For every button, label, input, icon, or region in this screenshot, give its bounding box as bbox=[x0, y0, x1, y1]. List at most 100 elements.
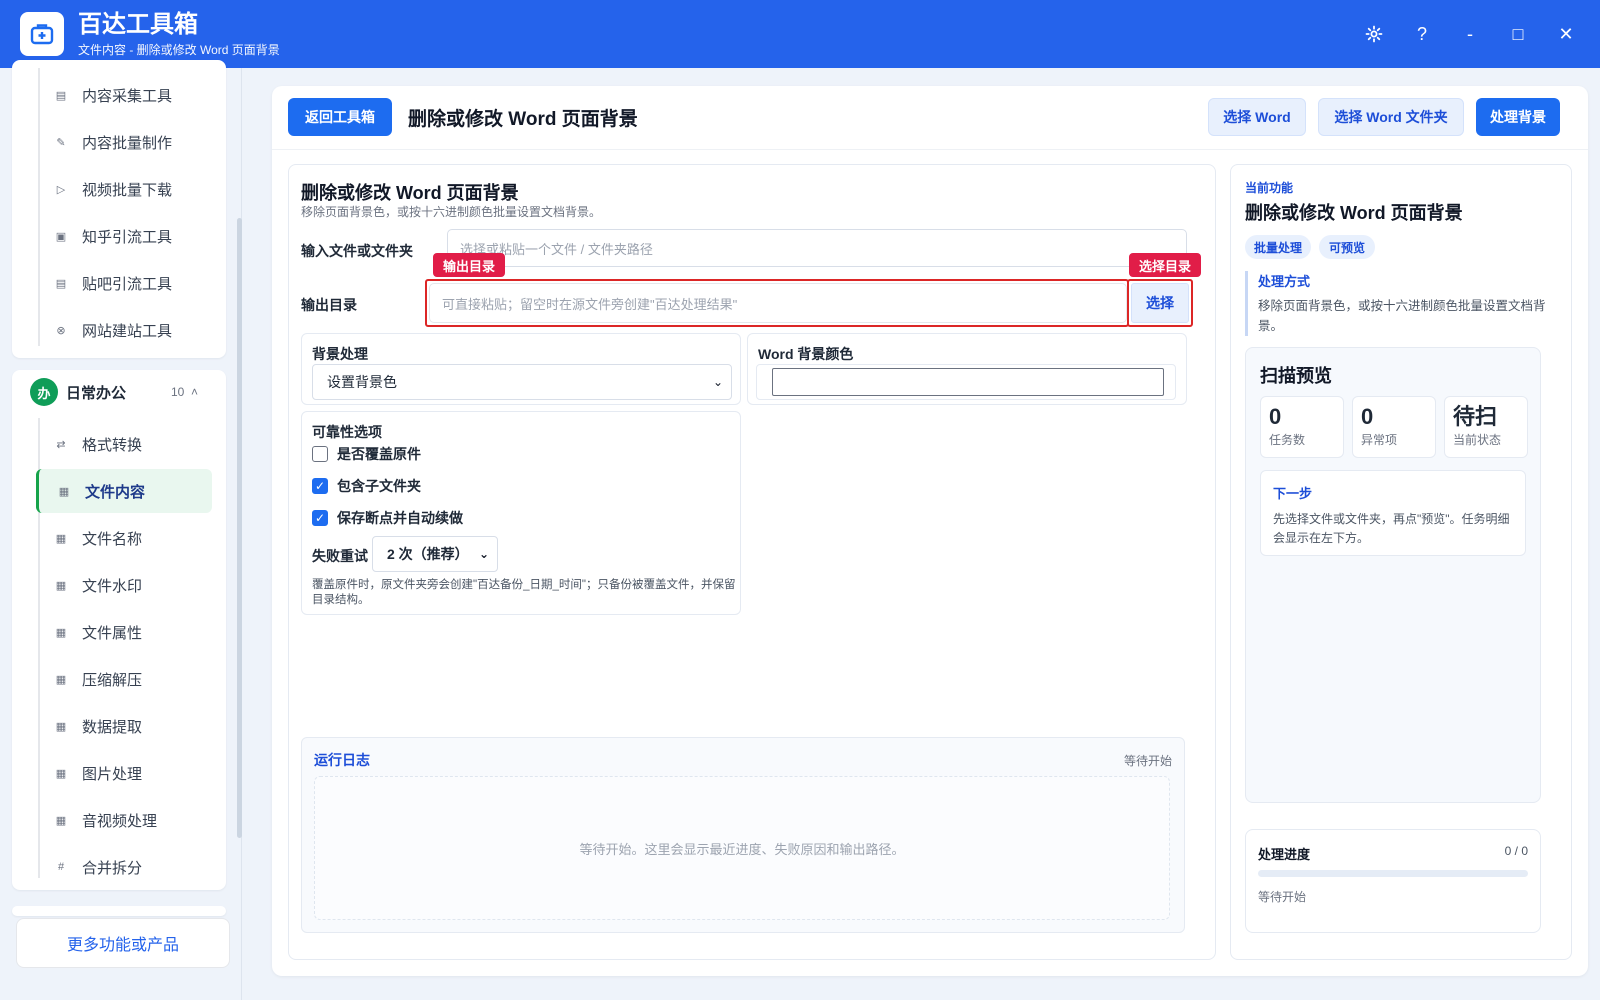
app-title: 百达工具箱 bbox=[78, 10, 198, 38]
bg-process-select[interactable]: 设置背景色 ⌄ bbox=[312, 364, 732, 400]
back-to-toolbox-button[interactable]: 返回工具箱 bbox=[288, 98, 392, 136]
sidebar-item-icon: ▤ bbox=[55, 89, 67, 102]
sidebar-item-label: 贴吧引流工具 bbox=[82, 275, 173, 293]
progress-bar bbox=[1258, 870, 1528, 877]
sidebar-item[interactable]: ▦ 音视频处理 bbox=[36, 798, 212, 842]
chevron-down-icon: ⌄ bbox=[478, 547, 489, 561]
log-body: 等待开始。这里会显示最近进度、失败原因和输出路径。 bbox=[314, 776, 1170, 920]
progress-count: 0 / 0 bbox=[1504, 844, 1528, 858]
sidebar-item-label: 文件内容 bbox=[85, 483, 146, 501]
info-panel: 当前功能 删除或修改 Word 页面背景 批量处理 可预览 处理方式 移除页面背… bbox=[1230, 164, 1572, 960]
settings-button[interactable] bbox=[1350, 14, 1398, 54]
sidebar-item[interactable]: ▷ 视频批量下载 bbox=[36, 167, 212, 211]
next-step-title: 下一步 bbox=[1273, 486, 1313, 501]
office-badge-icon: 办 bbox=[30, 378, 58, 406]
top-toolbar: 返回工具箱 删除或修改 Word 页面背景 选择 Word 选择 Word 文件… bbox=[272, 86, 1588, 150]
sidebar-scrollbar[interactable] bbox=[237, 218, 242, 838]
group-count: 10 ˄ bbox=[171, 385, 198, 399]
input-label: 输入文件或文件夹 bbox=[301, 243, 413, 259]
sidebar-item-label: 文件水印 bbox=[82, 577, 143, 595]
select-word-folder-button[interactable]: 选择 Word 文件夹 bbox=[1318, 98, 1464, 136]
sidebar-item-label: 数据提取 bbox=[82, 718, 143, 736]
bg-color-input[interactable] bbox=[772, 368, 1164, 396]
main-panel: 返回工具箱 删除或修改 Word 页面背景 选择 Word 选择 Word 文件… bbox=[272, 86, 1588, 976]
sidebar-item[interactable]: ▦ 文件属性 bbox=[36, 610, 212, 654]
sidebar-item[interactable]: # 合并拆分 bbox=[36, 845, 212, 889]
sidebar-item[interactable]: ▦ 文件名称 bbox=[36, 516, 212, 560]
form-title: 删除或修改 Word 页面背景 bbox=[301, 183, 519, 203]
sidebar-item[interactable]: ✎ 内容批量制作 bbox=[36, 120, 212, 164]
run-log-panel: 运行日志 等待开始 等待开始。这里会显示最近进度、失败原因和输出路径。 bbox=[301, 737, 1185, 933]
stat-value: 0 bbox=[1269, 404, 1282, 429]
close-button[interactable]: ✕ bbox=[1542, 14, 1590, 54]
sidebar-item-icon: ▦ bbox=[55, 720, 67, 733]
bg-process-title: 背景处理 bbox=[312, 346, 368, 362]
gear-icon bbox=[1365, 25, 1383, 43]
option-save-checkpoint[interactable]: ✓ 保存断点并自动续做 bbox=[312, 508, 463, 528]
stat-error-count: 0 异常项 bbox=[1352, 396, 1436, 458]
sidebar-item-label: 压缩解压 bbox=[82, 671, 143, 689]
sidebar-item-icon: ⊗ bbox=[56, 324, 66, 337]
sidebar-item[interactable]: ▤ 贴吧引流工具 bbox=[36, 261, 212, 305]
sidebar-item[interactable]: ▦ 图片处理 bbox=[36, 751, 212, 795]
form-panel: 删除或修改 Word 页面背景 移除页面背景色，或按十六进制颜色批量设置文档背景… bbox=[288, 164, 1216, 960]
method-text: 移除页面背景色，或按十六进制颜色批量设置文档背景。 bbox=[1258, 299, 1546, 333]
sidebar-item-label: 内容批量制作 bbox=[82, 134, 173, 152]
sidebar-item[interactable]: ⊗ 网站建站工具 bbox=[36, 308, 212, 352]
title-bar: 百达工具箱 文件内容 - 删除或修改 Word 页面背景 ? - □ ✕ bbox=[0, 0, 1600, 68]
option-include-subfolders[interactable]: ✓ 包含子文件夹 bbox=[312, 476, 421, 496]
stat-current-status: 待扫 当前状态 bbox=[1444, 396, 1528, 458]
choose-button-highlight bbox=[1127, 279, 1193, 327]
progress-title: 处理进度 bbox=[1258, 847, 1311, 862]
sidebar-item-icon: ⇄ bbox=[56, 438, 66, 451]
sidebar-item[interactable]: ▦ 压缩解压 bbox=[36, 657, 212, 701]
checkbox[interactable]: ✓ bbox=[312, 478, 328, 494]
sidebar-item-label: 视频批量下载 bbox=[82, 181, 173, 199]
sidebar-card-collapsed bbox=[12, 906, 226, 916]
sidebar-item[interactable]: ▦ 文件水印 bbox=[36, 563, 212, 607]
output-dir-highlight bbox=[425, 279, 1129, 327]
sidebar-item-label: 文件属性 bbox=[82, 624, 143, 642]
sidebar-item-icon: ▣ bbox=[55, 230, 67, 243]
group-header-daily-office[interactable]: 办 日常办公 10 ˄ bbox=[30, 370, 220, 414]
stat-value: 0 bbox=[1361, 404, 1374, 429]
sidebar-item-icon: ▦ bbox=[55, 626, 67, 639]
input-path-field[interactable]: 选择或粘贴一个文件 / 文件夹路径 bbox=[447, 229, 1187, 267]
option-overwrite-original[interactable]: 是否覆盖原件 bbox=[312, 444, 421, 464]
method-block: 处理方式 移除页面背景色，或按十六进制颜色批量设置文档背景。 bbox=[1245, 271, 1555, 336]
chevron-down-icon: ⌄ bbox=[712, 375, 723, 389]
stat-label: 当前状态 bbox=[1453, 433, 1502, 447]
select-word-button[interactable]: 选择 Word bbox=[1208, 98, 1306, 136]
next-step-text: 先选择文件或文件夹，再点"预览"。任务明细会显示在左下方。 bbox=[1273, 512, 1510, 545]
sidebar-item-label: 网站建站工具 bbox=[82, 322, 173, 340]
retry-select[interactable]: 2 次（推荐） ⌄ bbox=[372, 536, 498, 572]
more-products-button[interactable]: 更多功能或产品 bbox=[16, 918, 230, 968]
chevron-up-icon: ˄ bbox=[190, 385, 198, 399]
form-subtitle: 移除页面背景色，或按十六进制颜色批量设置文档背景。 bbox=[301, 205, 602, 219]
bg-process-card: 背景处理 设置背景色 ⌄ bbox=[301, 333, 741, 405]
sidebar-item[interactable]: ▣ 知乎引流工具 bbox=[36, 214, 212, 258]
sidebar-item[interactable]: ▦ 文件内容 bbox=[36, 469, 212, 513]
sidebar-item-label: 内容采集工具 bbox=[82, 87, 173, 105]
process-background-button[interactable]: 处理背景 bbox=[1476, 98, 1560, 136]
checkbox[interactable]: ✓ bbox=[312, 510, 328, 526]
sidebar-item-icon: ▦ bbox=[55, 673, 67, 686]
sidebar-item-icon: ▦ bbox=[55, 532, 67, 545]
checkbox[interactable] bbox=[312, 446, 328, 462]
sidebar-item[interactable]: ▦ 数据提取 bbox=[36, 704, 212, 748]
help-button[interactable]: ? bbox=[1398, 14, 1446, 54]
sidebar-item-icon: ▦ bbox=[55, 767, 67, 780]
hint-choose-dir: 选择目录 bbox=[1129, 253, 1201, 277]
log-status: 等待开始 bbox=[1123, 754, 1172, 768]
minimize-button[interactable]: - bbox=[1446, 14, 1494, 54]
sidebar-item[interactable]: ⇄ 格式转换 bbox=[36, 422, 212, 466]
sidebar: ▤ 内容采集工具 ✎ 内容批量制作 ▷ 视频批量下载 ▣ 知乎引流工具 ▤ 贴吧引流工具 ⊗ 网站建站… bbox=[0, 60, 242, 1000]
option-label: 保存断点并自动续做 bbox=[337, 510, 463, 526]
maximize-button[interactable]: □ bbox=[1494, 14, 1542, 54]
stat-task-count: 0 任务数 bbox=[1260, 396, 1344, 458]
tag-batch: 批量处理 bbox=[1245, 235, 1311, 259]
progress-card: 处理进度 0 / 0 等待开始 bbox=[1245, 829, 1541, 933]
sidebar-item[interactable]: ▤ 内容采集工具 bbox=[36, 73, 212, 117]
option-label: 包含子文件夹 bbox=[337, 478, 421, 494]
scan-preview-card: 扫描预览 0 任务数 0 异常项 待扫 当前状态 下一步 先选择文件或文件夹，再… bbox=[1245, 347, 1541, 803]
